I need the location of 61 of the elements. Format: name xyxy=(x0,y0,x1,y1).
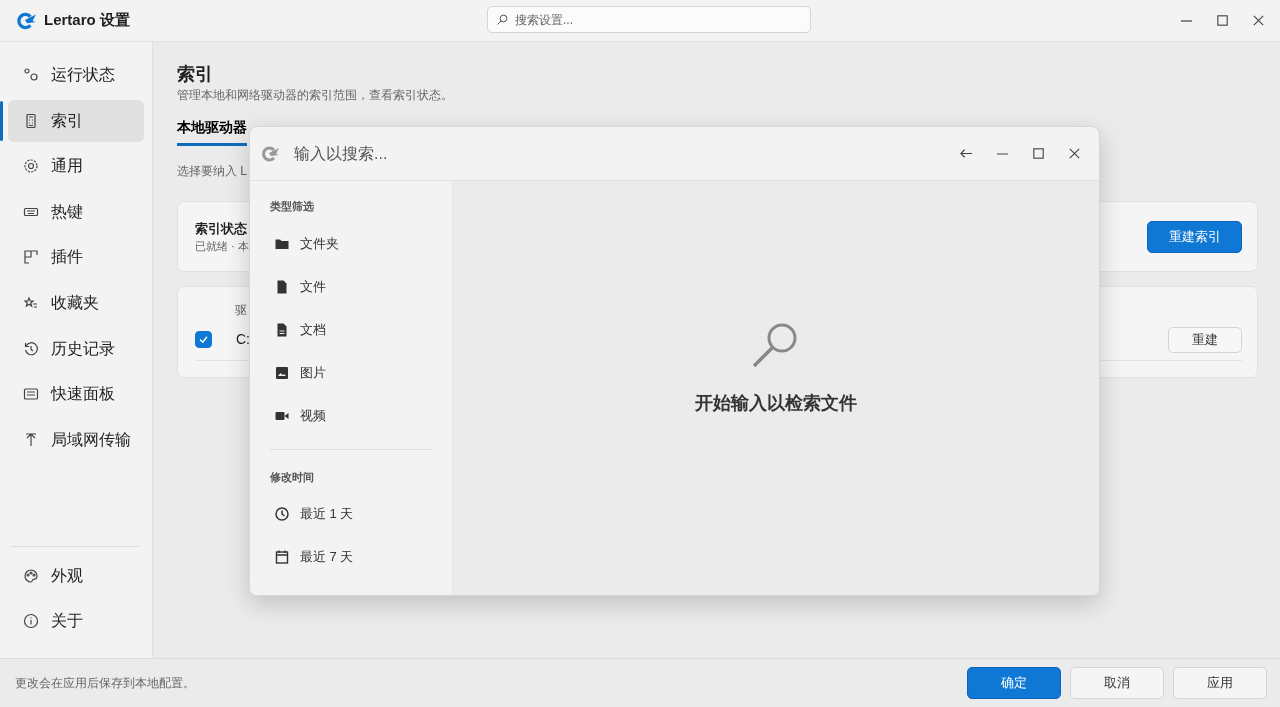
info-icon xyxy=(23,613,39,630)
sidebar-item[interactable]: 运行状态 xyxy=(8,54,144,96)
footer-button[interactable]: 取消 xyxy=(1070,667,1164,699)
upload-icon xyxy=(23,431,39,448)
app-title: Lertaro 设置 xyxy=(44,10,130,31)
history-icon xyxy=(23,340,39,357)
empty-message: 开始输入以检索文件 xyxy=(695,391,857,415)
calculator-icon xyxy=(23,112,39,129)
rebuild-index-button[interactable]: 重建索引 xyxy=(1147,220,1242,253)
settings-icon xyxy=(23,158,39,175)
status-text: 已就绪 · 本 xyxy=(195,239,249,254)
puzzle-icon xyxy=(23,249,39,266)
image-icon xyxy=(274,364,290,381)
sidebar-item[interactable]: 关于 xyxy=(8,600,144,643)
check-icon xyxy=(198,334,209,345)
sidebar-item[interactable]: 收藏夹 xyxy=(8,281,144,324)
clock-icon xyxy=(274,505,290,522)
panel-icon xyxy=(23,386,39,403)
sidebar-item[interactable]: 索引 xyxy=(8,99,144,142)
gears-icon xyxy=(23,67,39,83)
footer-button[interactable]: 应用 xyxy=(1173,667,1267,699)
logo-icon xyxy=(15,11,37,30)
filter-item[interactable]: 图片 xyxy=(270,351,432,394)
search-icon xyxy=(496,14,508,26)
filter-item[interactable]: 视频 xyxy=(270,394,432,437)
search-field[interactable]: 搜索设置... xyxy=(487,6,811,33)
sidebar-item[interactable]: 插件 xyxy=(8,236,144,279)
filter-item[interactable]: 文件夹 xyxy=(270,222,432,265)
page-subtitle: 管理本地和网络驱动器的索引范围，查看索引状态。 xyxy=(177,87,454,104)
confirm-button[interactable]: 确定 xyxy=(967,667,1061,699)
logo-icon xyxy=(260,145,280,162)
star-list-icon xyxy=(23,294,39,311)
checkbox[interactable] xyxy=(195,331,212,348)
filter-item[interactable]: 最近 1 天 xyxy=(270,492,432,535)
close-icon xyxy=(1251,13,1266,28)
sidebar-item[interactable]: 热键 xyxy=(8,190,144,233)
filter-item[interactable]: 文件 xyxy=(270,265,432,308)
calendar-icon xyxy=(274,548,290,565)
page-title: 索引 xyxy=(177,63,214,86)
footer-note: 更改会在应用后保存到本地配置。 xyxy=(15,675,195,692)
tab[interactable]: 本地驱动器 xyxy=(177,111,247,146)
selection-indicator xyxy=(0,101,3,141)
hint-text: 选择要纳入 L xyxy=(177,163,248,180)
maximize-icon xyxy=(1030,146,1046,161)
filter-item[interactable]: 最近 7 天 xyxy=(270,535,432,578)
drive-name: C: xyxy=(236,330,250,349)
sidebar-item[interactable]: 历史记录 xyxy=(8,327,144,370)
minimize-icon xyxy=(996,152,1008,155)
rebuild-button[interactable]: 重建 xyxy=(1168,326,1242,353)
sidebar-item[interactable]: 局域网传输 xyxy=(8,418,144,461)
column-header: 驱 xyxy=(234,302,248,319)
minimize-icon xyxy=(1181,19,1192,22)
sidebar-item[interactable]: 通用 xyxy=(8,145,144,188)
filter-item[interactable]: 文档 xyxy=(270,308,432,351)
filter-group-title: 类型筛选 xyxy=(270,199,315,214)
filter-group-title: 修改时间 xyxy=(270,470,315,485)
card-title: 索引状态 xyxy=(195,219,248,238)
maximize-icon xyxy=(1215,13,1230,28)
sidebar-item[interactable]: 快速面板 xyxy=(8,373,144,416)
sidebar-item[interactable]: 外观 xyxy=(8,554,144,597)
palette-icon xyxy=(23,567,39,584)
